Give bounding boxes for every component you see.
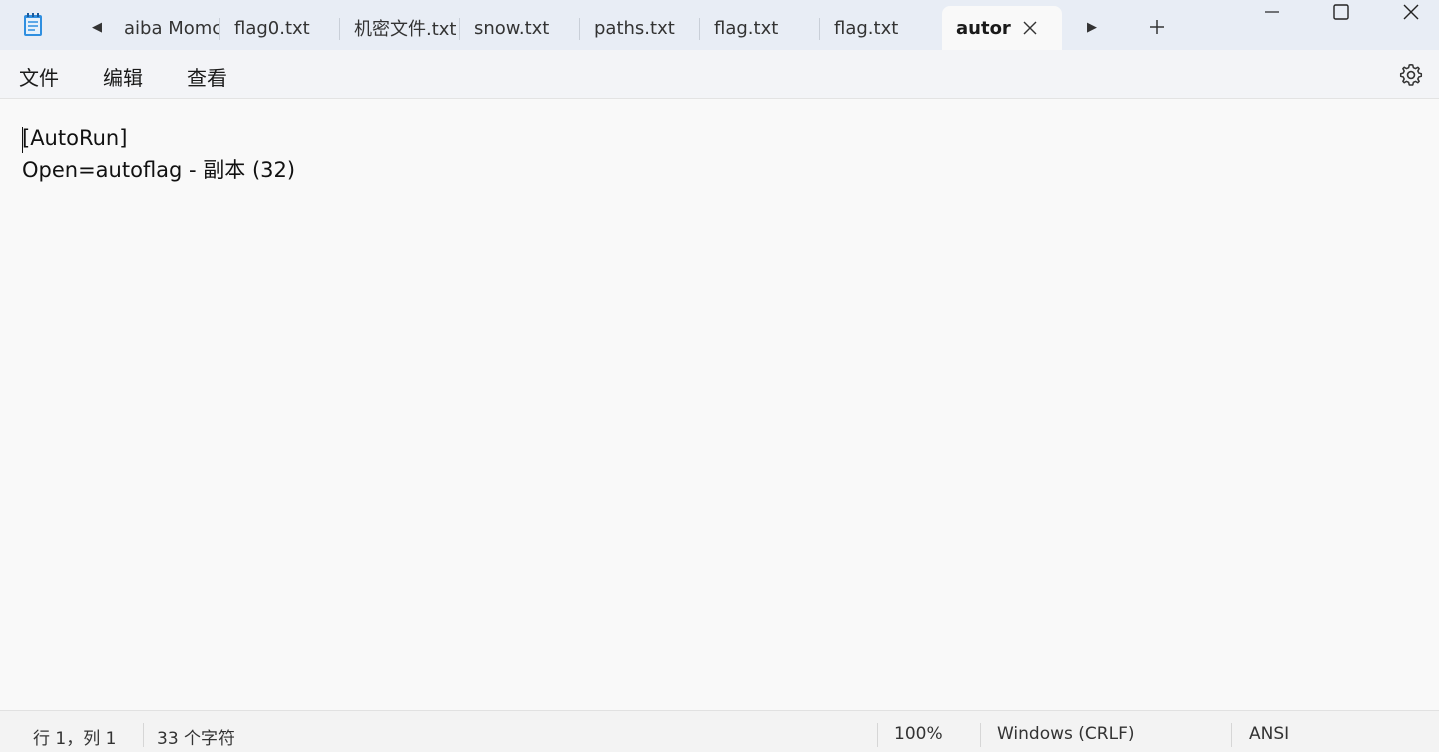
tab-autor-active[interactable]: autor — [942, 6, 1062, 50]
close-icon — [1023, 21, 1037, 35]
menu-edit[interactable]: 编辑 — [103, 62, 143, 91]
menu-bar: 文件 编辑 查看 — [0, 50, 1439, 99]
plus-icon — [1150, 20, 1164, 34]
chevron-left-icon: ◀ — [92, 19, 102, 35]
new-tab-button[interactable] — [1142, 12, 1172, 42]
editor-line-2: Open=autoflag - 副本 (32) — [22, 158, 296, 182]
scroll-tabs-left-button[interactable]: ◀ — [82, 10, 112, 44]
minimize-button[interactable] — [1242, 0, 1302, 24]
cursor-position: 行 1，列 1 — [33, 729, 117, 749]
scroll-tabs-right-button[interactable]: ▶ — [1077, 10, 1107, 44]
gear-icon[interactable] — [1398, 62, 1424, 88]
tab-flag-2[interactable]: flag.txt — [820, 6, 942, 50]
tab-secret-file[interactable]: 机密文件.txt — [340, 6, 460, 50]
tab-paths[interactable]: paths.txt — [580, 6, 700, 50]
character-count: 33 个字符 — [157, 729, 236, 749]
tab-aiba-momc[interactable]: aiba Momc — [120, 6, 220, 50]
tab-flag0[interactable]: flag0.txt — [220, 6, 340, 50]
minimize-icon — [1265, 11, 1279, 13]
editor-line-1: [AutoRun] — [22, 126, 128, 150]
menu-view[interactable]: 查看 — [187, 62, 227, 91]
status-bar: 行 1，列 1 33 个字符 100% Windows (CRLF) ANSI — [0, 710, 1439, 752]
zoom-level[interactable]: 100% — [894, 724, 943, 744]
notepad-icon — [24, 13, 42, 36]
line-ending[interactable]: Windows (CRLF) — [997, 724, 1135, 744]
text-editor[interactable]: [AutoRun] Open=autoflag - 副本 (32) — [0, 100, 1439, 710]
encoding[interactable]: ANSI — [1249, 724, 1289, 744]
maximize-button[interactable] — [1311, 0, 1371, 24]
tab-flag-1[interactable]: flag.txt — [700, 6, 820, 50]
title-bar: ◀ aiba Momc flag0.txt 机密文件.txt snow.txt … — [0, 0, 1439, 50]
tab-snow[interactable]: snow.txt — [460, 6, 580, 50]
close-tab-button[interactable] — [1020, 18, 1040, 38]
menu-file[interactable]: 文件 — [19, 62, 59, 91]
maximize-icon — [1333, 4, 1349, 20]
chevron-right-icon: ▶ — [1087, 19, 1097, 35]
close-window-button[interactable] — [1381, 0, 1439, 24]
close-icon — [1403, 4, 1419, 20]
tab-strip: aiba Momc flag0.txt 机密文件.txt snow.txt pa… — [120, 4, 1062, 50]
